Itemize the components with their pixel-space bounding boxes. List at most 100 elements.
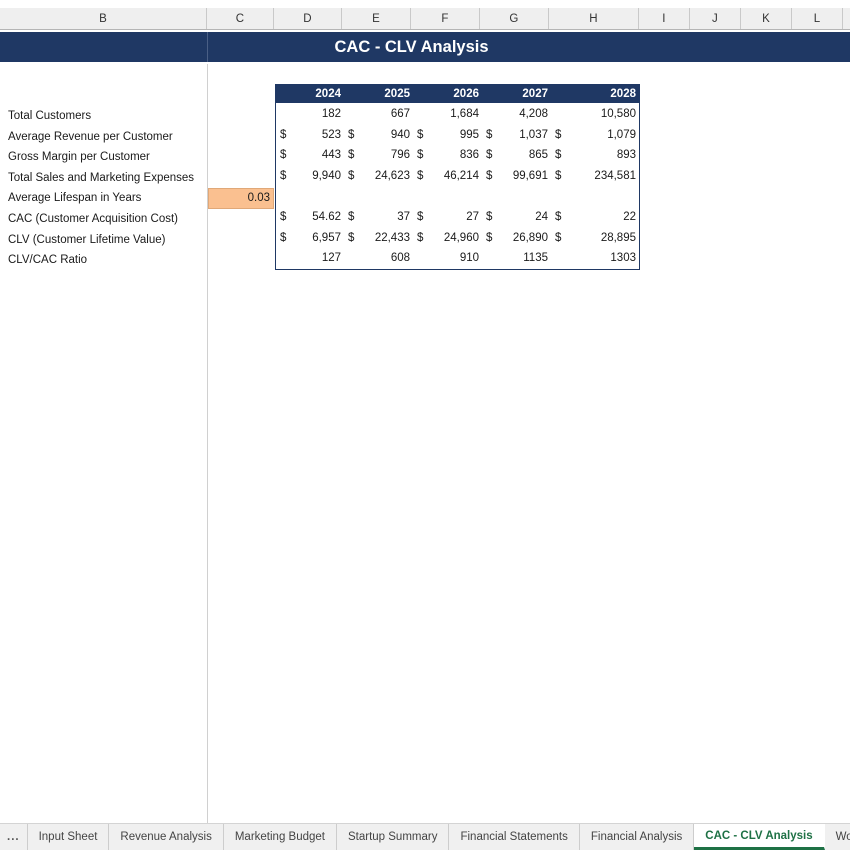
table-cell-r7-c3[interactable]: 1135 (482, 248, 551, 269)
column-header-i[interactable]: I (639, 8, 690, 29)
column-header-e[interactable]: E (342, 8, 411, 29)
table-cell-r1-c3[interactable]: $1,037 (482, 125, 551, 146)
table-cell-r3-c1[interactable]: $24,623 (344, 166, 413, 187)
column-header-g[interactable]: G (480, 8, 549, 29)
column-header-f[interactable]: F (411, 8, 480, 29)
table-cell-r4-c1[interactable] (344, 186, 413, 207)
row-label-1[interactable]: Average Revenue per Customer (8, 127, 206, 147)
row-label-5[interactable]: CAC (Customer Acquisition Cost) (8, 209, 206, 229)
table-cell-r0-c2[interactable]: 1,684 (413, 104, 482, 125)
row-label-4[interactable]: Average Lifespan in Years (8, 188, 206, 208)
table-cell-r1-c0[interactable]: $523 (276, 125, 344, 146)
worksheet-grid[interactable]: CAC - CLV Analysis Total Customers Averag… (0, 30, 850, 823)
table-cell-r4-c3[interactable] (482, 186, 551, 207)
table-header-year-2027: 2027 (522, 88, 548, 100)
table-cell-r4-c2[interactable] (413, 186, 482, 207)
cell-value: 24 (535, 211, 548, 224)
table-row[interactable]: $54.62 $37 $27 $24 $22 (276, 207, 639, 228)
table-cell-r6-c3[interactable]: $26,890 (482, 228, 551, 249)
table-cell-r7-c1[interactable]: 608 (344, 248, 413, 269)
table-cell-r2-c0[interactable]: $443 (276, 145, 344, 166)
column-header-d[interactable]: D (274, 8, 342, 29)
column-header-strip: BCDEFGHIJKL (0, 0, 850, 30)
table-row[interactable]: 127 608 910 1135 1303 (276, 248, 639, 269)
currency-symbol: $ (280, 211, 287, 224)
sheet-tab-[interactable]: ... (0, 824, 28, 850)
table-cell-r3-c3[interactable]: $99,691 (482, 166, 551, 187)
table-row[interactable]: $443 $796 $836 $865 $893 (276, 145, 639, 166)
currency-symbol: $ (348, 149, 355, 162)
table-row[interactable]: $9,940 $24,623 $46,214 $99,691 $234,581 (276, 166, 639, 187)
table-cell-r4-c0[interactable] (276, 186, 344, 207)
average-lifespan-input-cell[interactable]: 0.03 (208, 188, 274, 209)
table-row[interactable]: $6,957 $22,433 $24,960 $26,890 $28,895 (276, 228, 639, 249)
table-cell-r2-c2[interactable]: $836 (413, 145, 482, 166)
table-cell-r1-c1[interactable]: $940 (344, 125, 413, 146)
column-header-c[interactable]: C (207, 8, 274, 29)
table-cell-r2-c1[interactable]: $796 (344, 145, 413, 166)
table-cell-r5-c1[interactable]: $37 (344, 207, 413, 228)
currency-symbol: $ (280, 170, 287, 183)
table-cell-r5-c0[interactable]: $54.62 (276, 207, 344, 228)
table-cell-r5-c2[interactable]: $27 (413, 207, 482, 228)
table-cell-r6-c2[interactable]: $24,960 (413, 228, 482, 249)
table-cell-r6-c0[interactable]: $6,957 (276, 228, 344, 249)
cac-clv-data-table[interactable]: 2024 2025 2026 2027 2028 182 667 1,684 4,208 10,5… (275, 84, 640, 270)
currency-symbol: $ (417, 149, 424, 162)
table-cell-r4-c4[interactable] (551, 186, 639, 207)
column-header-l[interactable]: L (792, 8, 843, 29)
table-row[interactable]: 182 667 1,684 4,208 10,580 (276, 104, 639, 125)
cell-value: 24,623 (374, 170, 410, 183)
sheet-tab-financial-statements[interactable]: Financial Statements (449, 824, 580, 850)
table-cell-r7-c4[interactable]: 1303 (551, 248, 639, 269)
table-cell-r3-c0[interactable]: $9,940 (276, 166, 344, 187)
sheet-tab-financial-analysis[interactable]: Financial Analysis (579, 824, 695, 850)
row-label-3[interactable]: Total Sales and Marketing Expenses (8, 168, 206, 188)
sheet-title-banner: CAC - CLV Analysis (0, 32, 850, 62)
column-header-h[interactable]: H (549, 8, 639, 29)
table-cell-r5-c4[interactable]: $22 (551, 207, 639, 228)
cell-value: 22,433 (374, 231, 410, 244)
currency-symbol: $ (486, 170, 493, 183)
table-cell-r2-c4[interactable]: $893 (551, 145, 639, 166)
sheet-tab-workin[interactable]: Workin (824, 824, 850, 850)
table-cell-r7-c2[interactable]: 910 (413, 248, 482, 269)
row-label-0[interactable]: Total Customers (8, 106, 206, 126)
currency-symbol: $ (280, 128, 287, 141)
table-cell-r2-c3[interactable]: $865 (482, 145, 551, 166)
table-cell-r5-c3[interactable]: $24 (482, 207, 551, 228)
sheet-tab-bar[interactable]: ... Input Sheet Revenue Analysis Marketing … (0, 823, 850, 850)
table-cell-r0-c0[interactable]: 182 (276, 104, 344, 125)
table-cell-r0-c1[interactable]: 667 (344, 104, 413, 125)
sheet-tab-revenue-analysis[interactable]: Revenue Analysis (109, 824, 224, 850)
table-cell-r7-c0[interactable]: 127 (276, 248, 344, 269)
currency-symbol: $ (555, 128, 562, 141)
table-cell-r6-c1[interactable]: $22,433 (344, 228, 413, 249)
spreadsheet-window: BCDEFGHIJKL CAC - CLV Analysis Total Cus… (0, 0, 850, 850)
table-row[interactable]: $523 $940 $995 $1,037 $1,079 (276, 125, 639, 146)
sheet-tab-marketing-budget[interactable]: Marketing Budget (223, 824, 337, 850)
table-cell-r3-c2[interactable]: $46,214 (413, 166, 482, 187)
currency-symbol: $ (486, 211, 493, 224)
column-header-b[interactable]: B (0, 8, 207, 29)
cell-value: 99,691 (512, 170, 548, 183)
table-cell-r0-c4[interactable]: 10,580 (551, 104, 639, 125)
currency-symbol: $ (417, 170, 424, 183)
sheet-tab-input-sheet[interactable]: Input Sheet (27, 824, 110, 850)
table-cell-r1-c4[interactable]: $1,079 (551, 125, 639, 146)
sheet-tab-startup-summary[interactable]: Startup Summary (336, 824, 450, 850)
row-label-7[interactable]: CLV/CAC Ratio (8, 250, 206, 270)
page-title: CAC - CLV Analysis (334, 37, 489, 56)
sheet-tab-cac-clv-analysis[interactable]: CAC - CLV Analysis (694, 824, 825, 850)
currency-symbol: $ (555, 211, 562, 224)
cell-value: 37 (397, 211, 410, 224)
column-header-j[interactable]: J (690, 8, 741, 29)
row-label-2[interactable]: Gross Margin per Customer (8, 147, 206, 167)
table-cell-r1-c2[interactable]: $995 (413, 125, 482, 146)
column-header-k[interactable]: K (741, 8, 792, 29)
table-row[interactable] (276, 186, 639, 207)
row-label-6[interactable]: CLV (Customer Lifetime Value) (8, 230, 206, 250)
table-cell-r3-c4[interactable]: $234,581 (551, 166, 639, 187)
table-cell-r6-c4[interactable]: $28,895 (551, 228, 639, 249)
table-cell-r0-c3[interactable]: 4,208 (482, 104, 551, 125)
